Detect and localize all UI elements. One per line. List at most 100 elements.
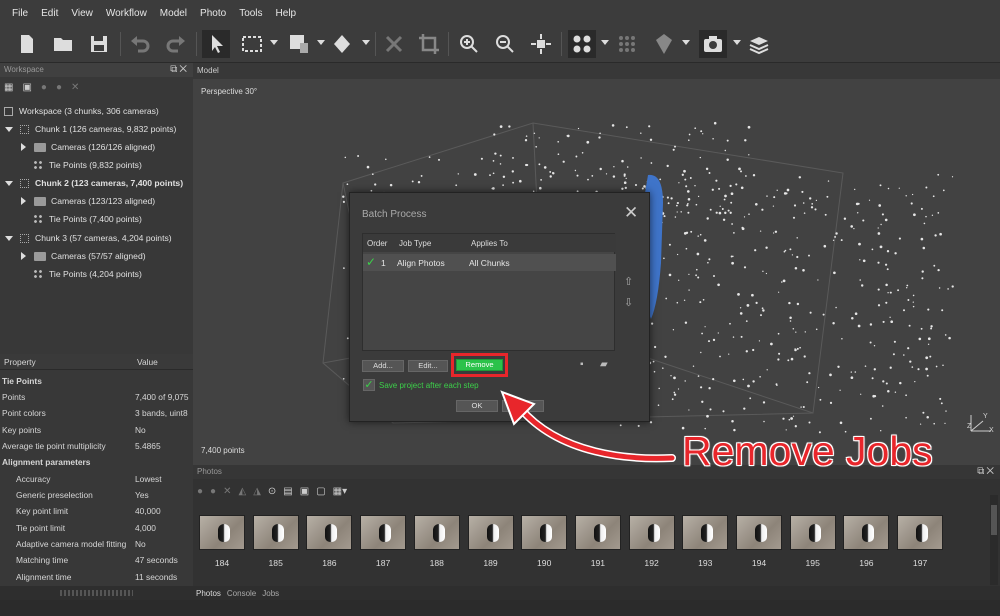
photo-thumbnail[interactable] xyxy=(306,515,353,550)
expand-cameras-icon[interactable] xyxy=(21,252,26,260)
redo-icon[interactable] xyxy=(162,30,190,58)
menu-tools[interactable]: Tools xyxy=(239,8,262,19)
prop-scrollbar[interactable] xyxy=(0,586,193,600)
reset-view-icon[interactable] xyxy=(527,30,555,58)
col-applies-to[interactable]: Applies To xyxy=(471,239,508,248)
model-tab[interactable]: Model xyxy=(193,63,1000,79)
open-folder-icon[interactable] xyxy=(49,30,77,58)
photo-thumbnail[interactable] xyxy=(843,515,890,550)
crop-selection-icon[interactable] xyxy=(415,30,443,58)
rectangle-selection-icon[interactable] xyxy=(238,30,266,58)
photo-thumbnail[interactable] xyxy=(413,515,460,550)
tab-photos[interactable]: Photos xyxy=(196,589,221,598)
menu-view[interactable]: View xyxy=(71,8,93,19)
menu-file[interactable]: File xyxy=(12,8,28,19)
expand-cameras-icon[interactable] xyxy=(21,197,26,205)
show-cameras-icon[interactable] xyxy=(568,30,596,58)
rotate-region-icon[interactable] xyxy=(328,30,356,58)
add-button[interactable]: Add... xyxy=(362,360,404,372)
col-order[interactable]: Order xyxy=(367,239,387,248)
expand-chunk-1-icon[interactable] xyxy=(5,126,13,132)
expand-chunk-3-icon[interactable] xyxy=(5,235,13,241)
filter-icon[interactable]: ▤ xyxy=(283,486,292,497)
photo-thumbnail[interactable] xyxy=(252,515,299,550)
job-row[interactable]: ✓ 1 Align Photos All Chunks xyxy=(363,254,616,271)
enable-icon[interactable]: ● xyxy=(197,486,203,497)
workspace-toolbar: ▦ ▣ ● ● ✕ xyxy=(0,77,193,97)
tree-tiepoints-1[interactable]: Tie Points (9,832 points) xyxy=(0,156,193,174)
menu-edit[interactable]: Edit xyxy=(41,8,58,19)
tree-chunk-2[interactable]: Chunk 2 (123 cameras, 7,400 points) xyxy=(0,174,193,192)
tree-tiepoints-3[interactable]: Tie Points (4,204 points) xyxy=(0,265,193,283)
tree-cameras-3[interactable]: Cameras (57/57 aligned) xyxy=(0,247,193,265)
layers-icon[interactable] xyxy=(745,30,773,58)
image-icon[interactable]: ▣ xyxy=(300,486,309,497)
zoom-in-icon[interactable] xyxy=(455,30,483,58)
col-property[interactable]: Property xyxy=(4,357,36,367)
navigation-arrow-icon[interactable] xyxy=(202,30,230,58)
photo-thumbnail[interactable] xyxy=(897,515,944,550)
add-chunk-icon[interactable]: ▦ xyxy=(4,82,13,93)
tree-cameras-2[interactable]: Cameras (123/123 aligned) xyxy=(0,192,193,210)
expand-chunk-2-icon[interactable] xyxy=(5,180,13,186)
move-down-icon[interactable]: ⇩ xyxy=(624,296,633,309)
add-photos-icon[interactable]: ▣ xyxy=(22,82,31,93)
enable-icon[interactable]: ● xyxy=(41,82,47,93)
check-icon[interactable]: ✓ xyxy=(366,255,376,269)
binoculars-icon[interactable]: ⊙ xyxy=(268,486,276,497)
jobs-header: Order Job Type Applies To xyxy=(363,234,616,252)
move-up-icon[interactable]: ⇧ xyxy=(624,275,633,288)
photo-thumbnail[interactable] xyxy=(199,515,245,550)
col-job-type[interactable]: Job Type xyxy=(399,239,431,248)
disable-icon[interactable]: ● xyxy=(56,82,62,93)
panel-float-close-icon[interactable]: ⧉✕ xyxy=(170,63,189,77)
panel-float-close-icon[interactable]: ⧉✕ xyxy=(977,465,996,479)
new-document-icon[interactable] xyxy=(13,30,41,58)
save-jobs-icon[interactable]: ▪ xyxy=(580,359,584,370)
load-jobs-icon[interactable]: ▰ xyxy=(600,359,608,370)
dense-cloud-icon[interactable] xyxy=(613,30,641,58)
tree-cameras-1[interactable]: Cameras (126/126 aligned) xyxy=(0,138,193,156)
tree-chunk-1[interactable]: Chunk 1 (126 cameras, 9,832 points) xyxy=(0,120,193,138)
photo-thumbnail[interactable] xyxy=(467,515,514,550)
edit-button[interactable]: Edit... xyxy=(408,360,448,372)
close-icon[interactable]: ✕ xyxy=(624,203,638,223)
disable-icon[interactable]: ● xyxy=(210,486,216,497)
photo-thumbnail[interactable] xyxy=(628,515,675,550)
undo-icon[interactable] xyxy=(126,30,154,58)
photos-scrollbar[interactable] xyxy=(990,495,998,585)
photo-thumbnail[interactable] xyxy=(789,515,836,550)
zoom-out-icon[interactable] xyxy=(491,30,519,58)
photo-label: 197 xyxy=(912,558,928,568)
mask-icon[interactable]: ▢ xyxy=(316,486,325,497)
rotate-icon[interactable]: ◭ xyxy=(238,486,246,497)
tab-jobs[interactable]: Jobs xyxy=(262,589,279,598)
grid-view-icon[interactable]: ▦▾ xyxy=(333,486,347,497)
resize-region-icon[interactable] xyxy=(285,30,313,58)
menu-photo[interactable]: Photo xyxy=(200,8,226,19)
remove-icon[interactable]: ✕ xyxy=(223,486,231,497)
model-shading-icon[interactable] xyxy=(650,30,678,58)
tree-workspace[interactable]: Workspace (3 chunks, 306 cameras) xyxy=(0,102,193,120)
photo-thumbnail[interactable] xyxy=(521,515,568,550)
delete-selection-icon[interactable] xyxy=(380,30,408,58)
tree-tiepoints-2[interactable]: Tie Points (7,400 points) xyxy=(0,210,193,228)
photo-thumbnail[interactable] xyxy=(682,515,729,550)
tab-console[interactable]: Console xyxy=(227,589,256,598)
photo-thumbnail[interactable] xyxy=(360,515,407,550)
menu-help[interactable]: Help xyxy=(276,8,297,19)
save-icon[interactable] xyxy=(85,30,113,58)
remove-button[interactable]: Remove xyxy=(456,359,503,371)
rotate-back-icon[interactable]: ◮ xyxy=(253,486,261,497)
photo-thumbnail[interactable] xyxy=(736,515,782,550)
remove-item-icon[interactable]: ✕ xyxy=(71,82,79,93)
expand-cameras-icon[interactable] xyxy=(21,143,26,151)
tree-chunk-3[interactable]: Chunk 3 (57 cameras, 4,204 points) xyxy=(0,229,193,247)
save-project-checkbox[interactable]: ✓ xyxy=(363,379,375,391)
camera-icon[interactable] xyxy=(699,30,727,58)
axis-z-label: Z xyxy=(967,423,972,430)
photo-thumbnail[interactable] xyxy=(574,515,621,550)
menu-workflow[interactable]: Workflow xyxy=(106,8,147,19)
menu-model[interactable]: Model xyxy=(160,8,187,19)
col-value[interactable]: Value xyxy=(137,357,195,367)
